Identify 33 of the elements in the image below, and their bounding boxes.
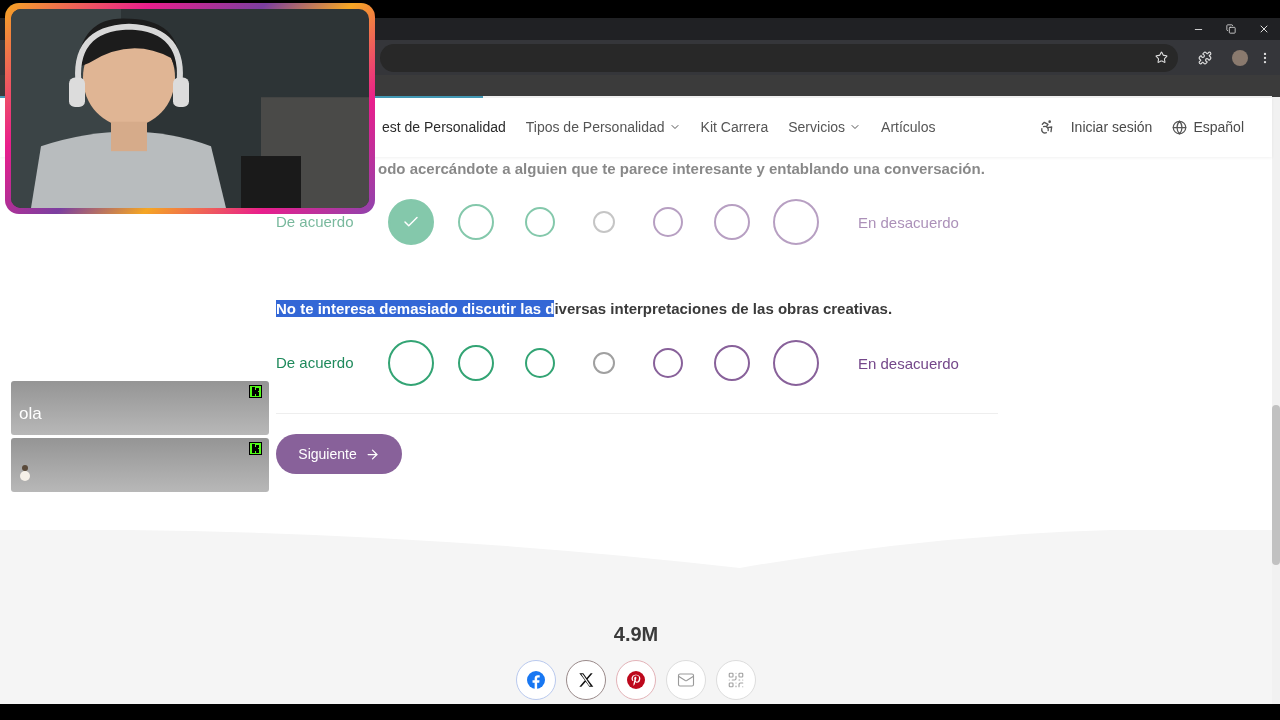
nav-link[interactable]: Tipos de Personalidad bbox=[525, 116, 681, 138]
nav-link[interactable]: Artículos bbox=[881, 116, 936, 138]
profile-avatar[interactable] bbox=[1232, 49, 1248, 66]
language-selector[interactable]: Español bbox=[1193, 116, 1244, 138]
pinterest-icon bbox=[627, 671, 645, 689]
facebook-icon bbox=[527, 671, 545, 689]
qr-code-icon bbox=[727, 671, 745, 689]
scrollbar[interactable] bbox=[1272, 97, 1280, 704]
accessibility-icon[interactable] bbox=[1038, 119, 1055, 135]
globe-icon bbox=[1172, 119, 1188, 135]
question-text: odo acercándote a alguien que te parece interesante y entablando una conversación. bbox=[378, 159, 985, 179]
bookmark-star-icon[interactable] bbox=[1155, 51, 1168, 64]
nav-link[interactable]: Kit Carrera bbox=[700, 116, 769, 138]
kick-logo-icon bbox=[249, 442, 262, 455]
disagree-label: En desacuerdo bbox=[858, 214, 959, 230]
disagree-label: En desacuerdo bbox=[858, 355, 959, 371]
agree-label: De acuerdo bbox=[276, 213, 354, 230]
agree-label: De acuerdo bbox=[276, 354, 354, 371]
x-logo-icon bbox=[578, 672, 594, 688]
question-text: No te interesa demasiado discutir las diversas interpretaciones de las obras creativas. bbox=[276, 299, 893, 319]
share-count: 4.9M bbox=[613, 622, 659, 646]
nav-link[interactable]: Servicios bbox=[788, 116, 862, 138]
chat-text: ola bbox=[19, 404, 42, 423]
restore-icon[interactable] bbox=[1226, 24, 1236, 34]
arrow-right-icon bbox=[364, 446, 380, 462]
nav-link[interactable]: est de Personalidad bbox=[382, 116, 506, 138]
kick-logo-icon bbox=[249, 385, 262, 398]
close-icon[interactable] bbox=[1258, 23, 1270, 35]
login-link[interactable]: Iniciar sesión bbox=[1070, 116, 1153, 138]
extensions-icon[interactable] bbox=[1198, 50, 1212, 65]
envelope-icon bbox=[677, 671, 695, 689]
next-button[interactable]: Siguiente bbox=[276, 434, 402, 474]
emote-icon bbox=[19, 464, 31, 482]
